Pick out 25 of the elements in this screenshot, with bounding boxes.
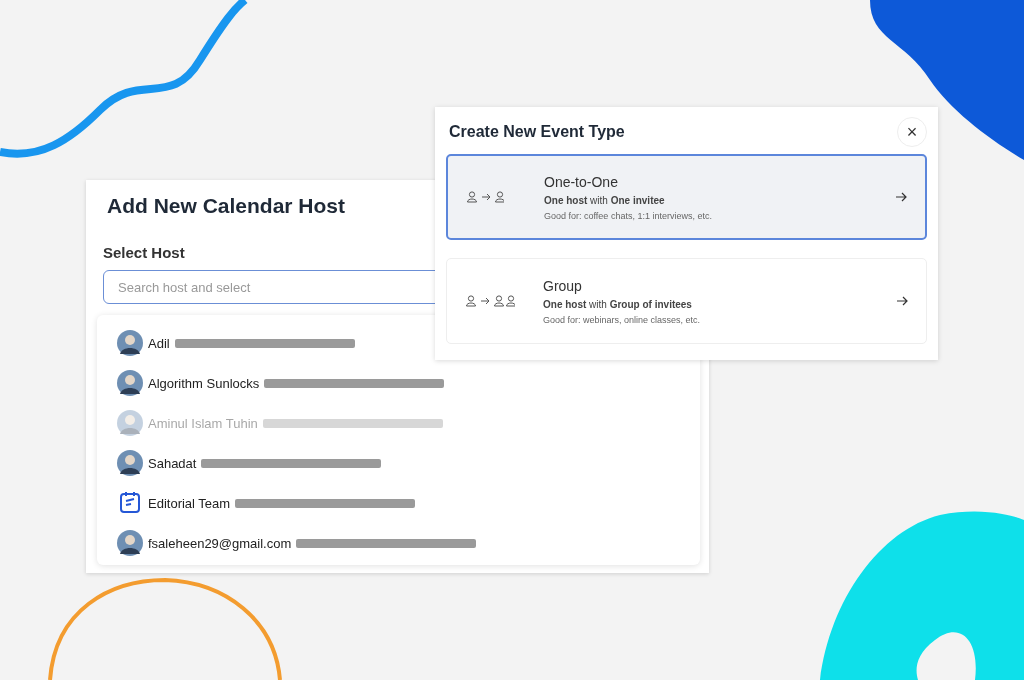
avatar — [117, 530, 143, 556]
arrow-right-icon — [896, 295, 908, 307]
dropdown-item[interactable]: Sahadat — [117, 443, 680, 483]
avatar — [117, 410, 143, 436]
event-type-card[interactable]: One-to-One One host with One invitee Good for: coffee chats, 1:1 interviews, etc. — [446, 154, 927, 240]
people-arrow-icon — [465, 294, 515, 308]
calendar-logo-icon — [118, 491, 142, 515]
dialog-title: Create New Event Type — [449, 123, 625, 141]
card-title: Group — [543, 277, 583, 294]
arrow-right-icon — [895, 191, 907, 203]
dropdown-item[interactable]: Algorithm Sunlocks — [117, 363, 680, 403]
event-type-card[interactable]: Group One host with Group of invitees Good for: webinars, online classes, etc. — [446, 258, 927, 344]
close-button[interactable]: × — [897, 117, 927, 147]
card-description: Good for: webinars, online classes, etc. — [543, 314, 702, 325]
avatar — [117, 370, 143, 396]
avatar — [117, 450, 143, 476]
dropdown-item[interactable]: fsaleheen29@gmail.com — [117, 523, 680, 563]
field-label: Select Host — [103, 244, 186, 261]
people-arrow-icon — [466, 190, 504, 204]
dialog-title: Add New Calendar Host — [107, 194, 346, 218]
card-title: One-to-One — [544, 173, 619, 190]
card-description: Good for: coffee chats, 1:1 interviews, etc. — [544, 210, 713, 221]
dropdown-item[interactable]: Editorial Team — [117, 483, 680, 523]
card-summary: One host with One invitee — [544, 194, 666, 206]
avatar — [117, 330, 143, 356]
